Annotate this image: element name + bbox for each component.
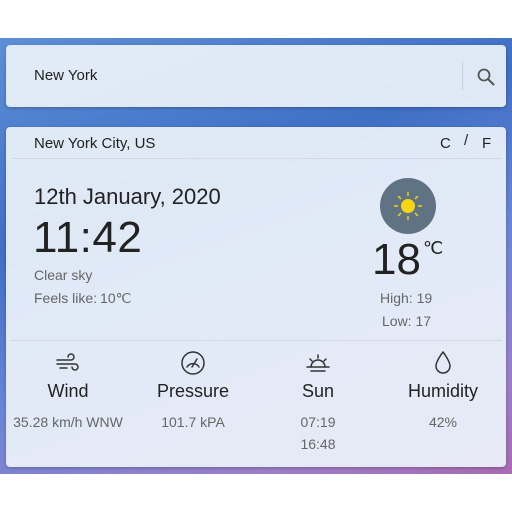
feels-like-value: 10℃ (100, 290, 132, 306)
unit-celsius-button[interactable]: C (440, 135, 451, 152)
droplet-icon (435, 351, 451, 374)
search-bar (6, 45, 506, 107)
stats-divider (10, 340, 502, 341)
unit-fahrenheit-button[interactable]: F (482, 135, 491, 152)
stat-sun: Sun 07:19 16:48 (256, 349, 380, 455)
stat-humidity: Humidity 42% (381, 349, 505, 433)
location-name: New York City, US (34, 135, 156, 152)
stat-wind: Wind 35.28 km/h WNW (6, 349, 130, 433)
weather-description: Clear sky (34, 267, 93, 283)
sunrise-icon (306, 354, 330, 372)
search-input[interactable] (28, 61, 460, 89)
search-divider (462, 62, 463, 90)
unit-separator: / (464, 132, 469, 149)
current-temperature: 18 (372, 235, 421, 284)
current-time: 11:42 (33, 213, 143, 262)
pressure-label: Pressure (156, 381, 230, 401)
sunrise-time: 07:19 (300, 414, 336, 430)
high-temperature: High: 19 (380, 290, 433, 306)
weather-icon-badge (380, 178, 436, 234)
pressure-value: 101.7 kPA (161, 414, 225, 430)
search-icon (477, 68, 495, 86)
feels-like-label: Feels like: (34, 290, 98, 306)
current-date: 12th January, 2020 (34, 184, 221, 209)
feels-like: Feels like: 10℃ (34, 290, 131, 307)
sun-label: Sun (301, 381, 335, 401)
stat-pressure: Pressure 101.7 kPA (131, 349, 255, 433)
sun-icon (393, 191, 423, 221)
search-button[interactable] (472, 63, 500, 91)
wind-value: 35.28 km/h WNW (13, 414, 123, 430)
temperature-unit: ℃ (423, 238, 444, 258)
humidity-value: 42% (428, 414, 458, 430)
weather-card: New York City, US C / F 12th January, 20… (6, 127, 506, 467)
low-temperature: Low: 17 (382, 313, 432, 329)
humidity-label: Humidity (407, 381, 478, 401)
gauge-icon (181, 351, 205, 375)
wind-label: Wind (47, 381, 89, 401)
sunset-time: 16:48 (300, 436, 336, 452)
wind-icon (56, 353, 79, 371)
location-bar: New York City, US C / F (12, 127, 502, 159)
